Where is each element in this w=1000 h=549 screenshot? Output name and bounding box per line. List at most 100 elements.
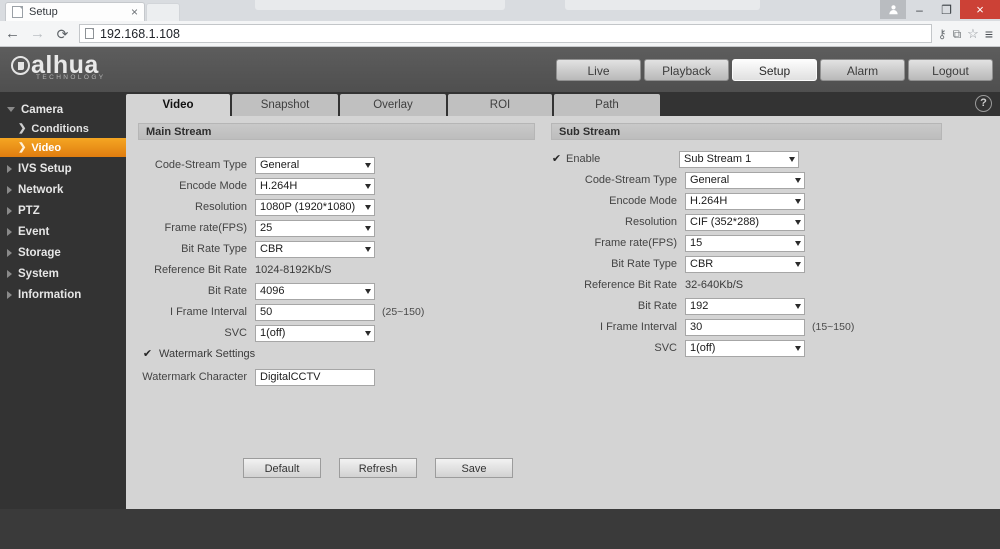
sub-i-frame-interval-hint: (15~150)	[812, 321, 855, 333]
select-value: 15	[690, 237, 703, 249]
chevron-down-icon	[795, 303, 801, 309]
topnav-setup[interactable]: Setup	[732, 59, 817, 81]
bookmark-star-icon[interactable]: ☆	[967, 27, 979, 40]
sidebar-item-storage[interactable]: Storage	[0, 243, 126, 262]
tab-close-icon[interactable]: ×	[131, 6, 138, 18]
sub-frame-rate-select[interactable]: 15	[685, 234, 805, 252]
sub-stream-enable-checkbox[interactable]: ✔	[551, 153, 562, 165]
window-minimize-button[interactable]: –	[906, 0, 933, 19]
main-bit-rate-type-label: Bit Rate Type	[181, 243, 247, 255]
chevron-down-icon	[795, 240, 801, 246]
main-reference-bit-rate-value: 1024-8192Kb/S	[255, 264, 332, 276]
sidebar-menu: Camera ❯ Conditions ❯ Video IVS Setup Ne…	[0, 92, 126, 502]
topnav-alarm[interactable]: Alarm	[820, 59, 905, 81]
address-bar-value: 192.168.1.108	[100, 26, 180, 41]
main-bit-rate-type-select[interactable]: CBR	[255, 240, 375, 258]
select-value: General	[260, 159, 300, 171]
browser-tab-setup[interactable]: Setup ×	[5, 2, 145, 21]
tab-snapshot[interactable]: Snapshot	[232, 94, 338, 116]
main-bit-rate-select[interactable]: 4096	[255, 282, 375, 300]
sub-frame-rate-label: Frame rate(FPS)	[594, 237, 677, 249]
chevron-right-icon: ❯	[18, 142, 27, 153]
sub-stream-section-title: Sub Stream	[551, 123, 942, 140]
back-icon[interactable]: ←	[0, 26, 25, 41]
browser-tab-strip: Setup × – ❐ ×	[0, 0, 1000, 21]
main-i-frame-interval-input[interactable]: 50	[255, 303, 375, 321]
main-i-frame-interval-hint: (25~150)	[382, 306, 425, 318]
default-button[interactable]: Default	[243, 458, 321, 478]
watermark-character-input[interactable]: DigitalCCTV	[255, 368, 375, 386]
main-i-frame-interval-label: I Frame Interval	[169, 306, 247, 318]
address-bar[interactable]: 192.168.1.108	[79, 24, 932, 43]
dahua-logo-mark-icon	[11, 56, 30, 75]
user-avatar-icon[interactable]	[880, 0, 906, 19]
topnav-logout[interactable]: Logout	[908, 59, 993, 81]
select-value: 1(off)	[690, 342, 716, 354]
sidebar-item-camera[interactable]: Camera	[0, 100, 126, 119]
sub-bit-rate-type-label: Bit Rate Type	[611, 258, 677, 270]
chevron-down-icon	[365, 246, 371, 252]
new-tab-button[interactable]	[146, 3, 180, 21]
sub-reference-bit-rate-value: 32-640Kb/S	[685, 279, 744, 291]
chevron-right-icon	[7, 206, 12, 215]
main-encode-mode-select[interactable]: H.264H	[255, 177, 375, 195]
main-code-stream-type-select[interactable]: General	[255, 156, 375, 174]
tab-video[interactable]: Video	[126, 94, 230, 116]
page-info-icon	[85, 28, 94, 39]
window-maximize-button[interactable]: ❐	[933, 0, 960, 19]
sidebar-item-label: System	[18, 267, 59, 280]
tab-overlay[interactable]: Overlay	[340, 94, 446, 116]
sub-encode-mode-select[interactable]: H.264H	[685, 192, 805, 210]
select-value: 1080P (1920*1080)	[260, 201, 356, 213]
sidebar-item-ivs-setup[interactable]: IVS Setup	[0, 159, 126, 178]
extension-icon[interactable]: ⧉	[953, 28, 962, 40]
sub-resolution-select[interactable]: CIF (352*288)	[685, 213, 805, 231]
select-value: General	[690, 174, 730, 186]
main-bit-rate-label: Bit Rate	[207, 285, 247, 297]
watermark-settings-checkbox[interactable]: ✔	[142, 348, 153, 360]
watermark-character-label: Watermark Character	[142, 371, 247, 383]
chevron-right-icon: ❯	[18, 123, 27, 134]
sidebar-item-information[interactable]: Information	[0, 285, 126, 304]
content-panel: Video Snapshot Overlay ROI Path ? Main S…	[126, 92, 1000, 509]
sub-bit-rate-type-select[interactable]: CBR	[685, 255, 805, 273]
main-svc-select[interactable]: 1(off)	[255, 324, 375, 342]
sub-bit-rate-select[interactable]: 192	[685, 297, 805, 315]
main-resolution-select[interactable]: 1080P (1920*1080)	[255, 198, 375, 216]
window-close-button[interactable]: ×	[960, 0, 1000, 19]
reload-icon[interactable]: ⟳	[50, 27, 75, 41]
main-encode-mode-label: Encode Mode	[179, 180, 247, 192]
select-value: 25	[260, 222, 273, 234]
browser-menu-icon[interactable]: ≡	[985, 27, 993, 41]
topnav-live[interactable]: Live	[556, 59, 641, 81]
browser-tab-label: Setup	[29, 6, 58, 18]
sidebar-item-ptz[interactable]: PTZ	[0, 201, 126, 220]
tab-path[interactable]: Path	[554, 94, 660, 116]
save-button[interactable]: Save	[435, 458, 513, 478]
sub-svc-select[interactable]: 1(off)	[685, 339, 805, 357]
refresh-button[interactable]: Refresh	[339, 458, 417, 478]
sidebar-item-video[interactable]: ❯ Video	[0, 138, 126, 157]
select-value: H.264H	[690, 195, 728, 207]
sidebar-item-label: PTZ	[18, 204, 40, 217]
tabstrip-artifact-1	[255, 0, 505, 10]
sidebar-item-network[interactable]: Network	[0, 180, 126, 199]
select-value: CIF (352*288)	[690, 216, 760, 228]
sidebar-item-event[interactable]: Event	[0, 222, 126, 241]
help-icon[interactable]: ?	[975, 95, 992, 112]
tabstrip-artifact-2	[565, 0, 760, 10]
password-key-icon[interactable]: ⚷	[938, 28, 947, 40]
chevron-right-icon	[7, 164, 12, 173]
window-controls: – ❐ ×	[880, 0, 1000, 19]
chevron-right-icon	[7, 290, 12, 299]
topnav-playback[interactable]: Playback	[644, 59, 729, 81]
tab-roi[interactable]: ROI	[448, 94, 552, 116]
chevron-right-icon	[7, 227, 12, 236]
select-value: 192	[690, 300, 709, 312]
sub-i-frame-interval-input[interactable]: 30	[685, 318, 805, 336]
sub-stream-enable-select[interactable]: Sub Stream 1	[679, 150, 799, 168]
sub-code-stream-type-select[interactable]: General	[685, 171, 805, 189]
main-frame-rate-select[interactable]: 25	[255, 219, 375, 237]
sidebar-item-conditions[interactable]: ❯ Conditions	[0, 119, 126, 138]
sidebar-item-system[interactable]: System	[0, 264, 126, 283]
